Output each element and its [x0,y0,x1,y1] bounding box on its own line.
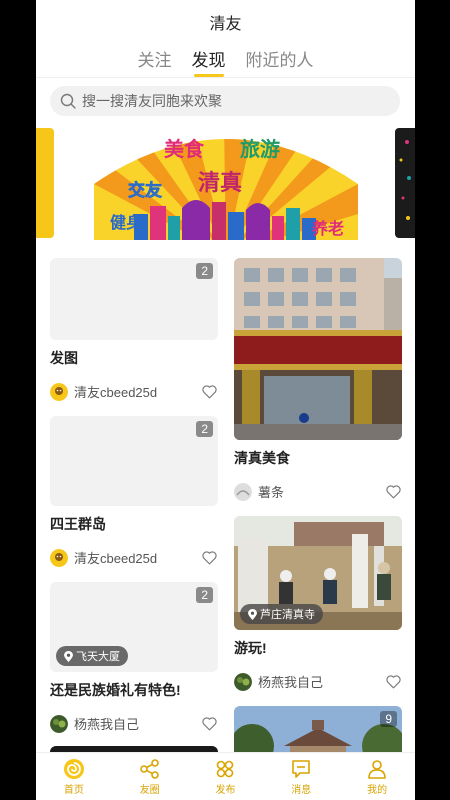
banner-prev-card[interactable] [36,128,54,238]
post-meta: 清友cbeed25d [50,382,218,401]
photo-halal-restaurant [234,258,402,440]
share-icon [139,758,159,779]
top-tabs: 关注 发现 附近的人 [36,46,415,77]
location-pin-icon [248,608,257,620]
nav-label: 首页 [63,784,84,796]
banner-word-travel: 旅游 [240,137,280,161]
nav-label: 友圈 [139,784,160,796]
username[interactable]: 杨燕我自己 [258,672,385,691]
avatar[interactable] [50,548,68,567]
post-thumbnail[interactable]: 2 [50,258,218,340]
publish-icon [217,760,234,777]
nav-label: 发布 [215,784,236,796]
location-tag[interactable]: 芦庄清真寺 [240,604,323,624]
heart-icon[interactable] [385,673,402,690]
username[interactable]: 清友cbeed25d [74,548,201,567]
header-divider [36,77,415,78]
banner-word-food: 美食 [164,137,205,161]
post-card[interactable]: 2 飞天大厦 还是民族婚礼有特色! 杨燕我自己 [50,582,218,733]
username[interactable]: 清友cbeed25d [74,382,201,401]
post-thumbnail[interactable]: 2 [50,416,218,506]
location-label: 飞天大厦 [76,651,120,663]
heart-icon[interactable] [201,549,218,566]
home-swirl-icon [63,758,84,779]
message-icon [292,759,311,778]
post-meta: 杨燕我自己 [234,672,402,691]
post-card[interactable]: 2 发图 清友cbeed25d [50,258,218,401]
nav-messages[interactable]: 消息 [271,753,331,800]
post-title: 四王群岛 [50,516,106,532]
heart-icon[interactable] [201,715,218,732]
bottom-navigation: 首页 友圈 发布 消息 我的 [36,752,415,800]
avatar[interactable] [234,672,252,691]
avatar[interactable] [234,482,252,501]
username[interactable]: 杨燕我自己 [74,714,201,733]
location-label: 芦庄清真寺 [260,609,315,621]
banner-word-social: 交友 [128,180,162,201]
avatar[interactable] [50,714,68,733]
post-card[interactable]: 2 四王群岛 清友cbeed25d [50,416,218,567]
nav-profile[interactable]: 我的 [347,753,407,800]
page-title: 清友 [209,16,242,33]
username[interactable]: 薯条 [258,482,385,501]
image-count-badge: 2 [196,587,213,603]
tab-follow[interactable]: 关注 [138,46,172,77]
post-thumbnail[interactable]: 芦庄清真寺 [234,516,402,630]
location-tag[interactable]: 飞天大厦 [56,646,128,666]
post-title: 清真美食 [234,450,290,466]
banner-word-halal: 清真 [198,170,242,196]
avatar[interactable] [50,382,68,401]
post-title: 发图 [50,350,78,366]
post-card[interactable]: 清真美食 薯条 [234,258,402,501]
nav-publish[interactable]: 发布 [195,753,255,800]
image-count-badge: 2 [196,263,213,279]
banner-word-elderly: 养老 [311,219,344,238]
search-bar[interactable] [50,86,400,116]
post-title: 还是民族婚礼有特色! [50,682,181,698]
app-screen: 清友 关注 发现 附近的人 搜一搜清友同胞来欢聚 美食 旅游 交友 清真 健身 … [36,0,415,800]
tab-discover[interactable]: 发现 [192,46,226,77]
post-meta: 杨燕我自己 [50,714,218,733]
banner-word-fitness: 健身 [110,213,142,232]
banner-next-card[interactable] [395,128,415,238]
location-pin-icon [64,650,73,662]
image-count-badge: 9 [380,711,397,727]
search-input[interactable] [82,93,382,109]
image-count-badge: 2 [196,421,213,437]
banner-next-decoration [399,140,411,220]
heart-icon[interactable] [385,483,402,500]
tab-nearby[interactable]: 附近的人 [246,46,314,77]
nav-label: 我的 [367,784,388,796]
nav-home[interactable]: 首页 [44,753,104,800]
profile-icon [368,759,386,779]
heart-icon[interactable] [201,383,218,400]
banner-fan-illustration[interactable]: 美食 旅游 交友 清真 健身 养老 [94,124,358,240]
post-thumbnail[interactable] [234,258,402,440]
search-icon [60,93,76,109]
post-meta: 清友cbeed25d [50,548,218,567]
post-thumbnail[interactable]: 2 飞天大厦 [50,582,218,672]
post-card[interactable]: 芦庄清真寺 游玩! 杨燕我自己 [234,516,402,691]
nav-label: 消息 [291,784,312,796]
post-meta: 薯条 [234,482,402,501]
banner-carousel[interactable]: 美食 旅游 交友 清真 健身 养老 [36,128,415,240]
post-title: 游玩! [234,640,267,656]
nav-moments[interactable]: 友圈 [120,753,180,800]
